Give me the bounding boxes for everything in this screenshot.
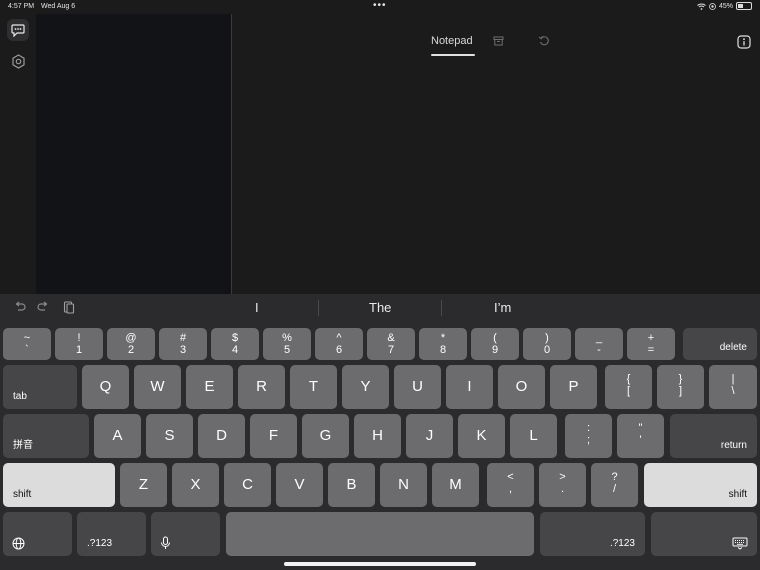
key-e[interactable]: E (186, 365, 233, 409)
key-minus[interactable]: _ - (575, 328, 623, 360)
left-rail (0, 14, 36, 294)
key-6[interactable]: ^ 6 (315, 328, 363, 360)
key-semicolon[interactable]: :; (565, 414, 612, 458)
space-key[interactable] (226, 512, 534, 556)
suggestion-1[interactable]: I (255, 300, 259, 315)
key-i[interactable]: I (446, 365, 493, 409)
key-slash[interactable]: ? / (591, 463, 638, 507)
key-f[interactable]: F (250, 414, 297, 458)
archive-icon[interactable] (493, 36, 504, 46)
key-s[interactable]: S (146, 414, 193, 458)
onscreen-keyboard: I The I’m ~ ` ! 1 @2 #3 $4 % 5 ^ 6 & 7 * 8 (9 … (0, 294, 760, 570)
key-0[interactable]: ) 0 (523, 328, 571, 360)
battery-percent: 45% (718, 2, 733, 10)
numbers-key-left[interactable]: .?123 (77, 512, 146, 556)
return-key[interactable]: return (670, 414, 757, 458)
keyboard-toolbar: I The I’m (0, 294, 760, 322)
shift-key-left[interactable]: shift (3, 463, 115, 507)
key-k[interactable]: K (458, 414, 505, 458)
dictation-key[interactable] (151, 512, 220, 556)
key-q[interactable]: Q (82, 365, 129, 409)
status-bar: 4:57 PM Wed Aug 6 ••• 45% (0, 0, 760, 14)
key-p[interactable]: P (550, 365, 597, 409)
chat-bubble-icon (11, 23, 25, 37)
key-c[interactable]: C (224, 463, 271, 507)
key-equals[interactable]: + = (627, 328, 675, 360)
multitasking-dots-icon[interactable]: ••• (373, 0, 387, 11)
key-g[interactable]: G (302, 414, 349, 458)
status-date: Wed Aug 6 (41, 3, 76, 10)
key-backtick[interactable]: ~ ` (3, 328, 51, 360)
key-2[interactable]: @2 (107, 328, 155, 360)
key-l[interactable]: L (510, 414, 557, 458)
key-backslash[interactable]: | \ (709, 365, 757, 409)
key-1[interactable]: ! 1 (55, 328, 103, 360)
key-v[interactable]: V (276, 463, 323, 507)
chat-button[interactable] (7, 19, 29, 41)
tab-notepad-underline (431, 54, 475, 56)
key-comma[interactable]: <, (487, 463, 534, 507)
key-3[interactable]: #3 (159, 328, 207, 360)
key-bracket-left[interactable]: {[ (605, 365, 652, 409)
home-indicator[interactable] (284, 562, 476, 566)
key-b[interactable]: B (328, 463, 375, 507)
key-7[interactable]: & 7 (367, 328, 415, 360)
key-period[interactable]: >. (539, 463, 586, 507)
paste-icon[interactable] (63, 300, 75, 314)
key-n[interactable]: N (380, 463, 427, 507)
microphone-icon (161, 536, 170, 549)
sidebar-panel (36, 14, 231, 294)
key-m[interactable]: M (432, 463, 479, 507)
key-d[interactable]: D (198, 414, 245, 458)
hide-keyboard-key[interactable] (651, 512, 757, 556)
key-y[interactable]: Y (342, 365, 389, 409)
settings-button[interactable] (9, 52, 27, 70)
key-u[interactable]: U (394, 365, 441, 409)
pinyin-key[interactable]: 拼音 (3, 414, 89, 458)
key-9[interactable]: (9 (471, 328, 519, 360)
key-h[interactable]: H (354, 414, 401, 458)
main-panel: Notepad (232, 14, 760, 294)
key-bracket-right[interactable]: }] (657, 365, 704, 409)
undo-icon[interactable] (13, 301, 26, 313)
key-j[interactable]: J (406, 414, 453, 458)
status-right: 45% (697, 2, 752, 10)
key-8[interactable]: * 8 (419, 328, 467, 360)
globe-icon (12, 537, 25, 550)
reset-icon[interactable] (538, 35, 550, 47)
key-w[interactable]: W (134, 365, 181, 409)
battery-icon (736, 2, 752, 10)
suggestion-separator (441, 300, 442, 316)
keyboard-dismiss-icon (732, 537, 748, 550)
suggestion-2[interactable]: The (369, 300, 391, 315)
key-4[interactable]: $4 (211, 328, 259, 360)
status-time: 4:57 PM (8, 3, 35, 10)
key-5[interactable]: % 5 (263, 328, 311, 360)
redo-icon[interactable] (37, 301, 50, 313)
info-icon[interactable] (737, 35, 751, 49)
globe-key[interactable] (3, 512, 72, 556)
key-a[interactable]: A (94, 414, 141, 458)
key-o[interactable]: O (498, 365, 545, 409)
shift-key-right[interactable]: shift (644, 463, 757, 507)
key-quote[interactable]: " ' (617, 414, 664, 458)
numbers-key-right[interactable]: .?123 (540, 512, 645, 556)
gear-icon (11, 53, 25, 69)
key-r[interactable]: R (238, 365, 285, 409)
suggestion-separator (318, 300, 319, 316)
tab-key[interactable]: tab (3, 365, 77, 409)
key-z[interactable]: Z (120, 463, 167, 507)
tab-notepad[interactable]: Notepad (431, 35, 473, 47)
delete-key[interactable]: delete (683, 328, 757, 360)
location-icon (709, 2, 716, 10)
suggestion-3[interactable]: I’m (494, 300, 511, 315)
key-t[interactable]: T (290, 365, 337, 409)
wifi-icon (697, 3, 706, 10)
key-x[interactable]: X (172, 463, 219, 507)
